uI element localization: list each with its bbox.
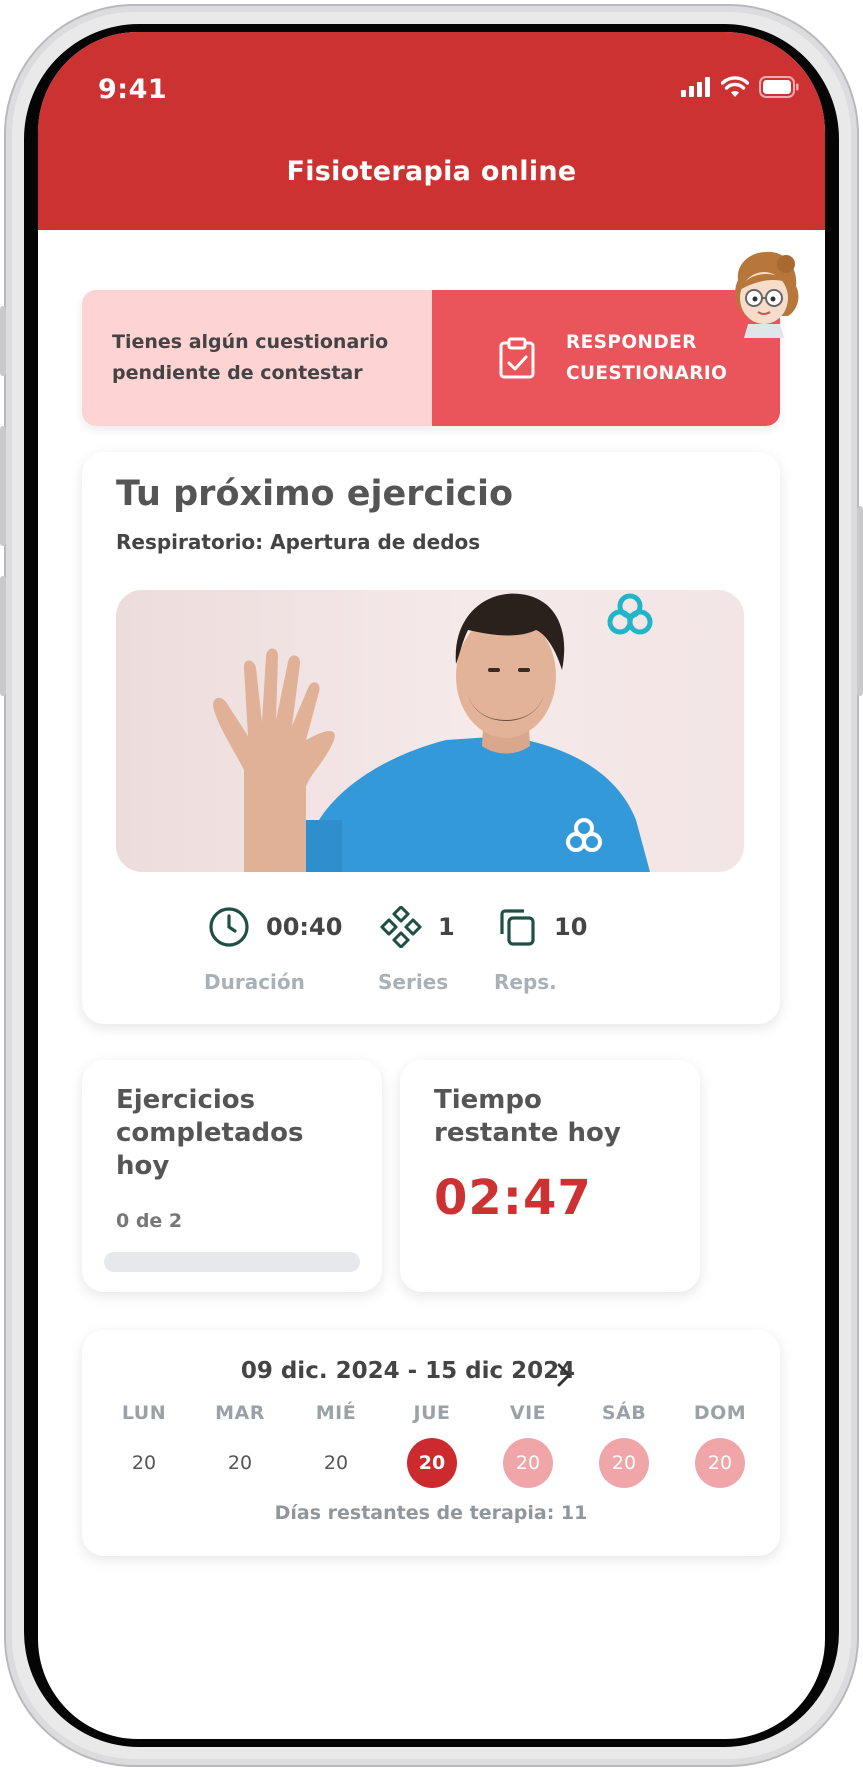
- calendar-day: JUE 20: [384, 1402, 480, 1488]
- day-name: SÁB: [601, 1402, 647, 1424]
- day-name: MAR: [215, 1402, 265, 1424]
- series-icon: [380, 906, 422, 948]
- day-name: VIE: [509, 1402, 547, 1424]
- duration-label: Duración: [204, 970, 305, 994]
- reps-stat: 10: [496, 906, 587, 948]
- calendar-days: LUN 20 MAR 20 MIÉ 20 JUE 20 VIE 20 SÁB 2…: [96, 1402, 768, 1488]
- exercise-video-frame: [213, 593, 653, 872]
- day-name: DOM: [693, 1402, 747, 1424]
- side-button: [0, 576, 6, 696]
- day-number[interactable]: 20: [215, 1438, 265, 1488]
- exercise-video[interactable]: [116, 590, 744, 872]
- clipboard-check-icon: [499, 337, 535, 379]
- signal-icon: [681, 77, 710, 97]
- completed-exercises-card: Ejercicios completados hoy 0 de 2: [82, 1060, 382, 1292]
- series-value: 1: [438, 913, 455, 941]
- battery-icon: [759, 76, 799, 98]
- series-stat: 1: [380, 906, 455, 948]
- calendar-day: LUN 20: [96, 1402, 192, 1488]
- week-calendar-card: 09 dic. 2024 - 15 dic 2024 LUN 20 MAR 20…: [82, 1330, 780, 1556]
- calendar-range: 09 dic. 2024 - 15 dic 2024: [240, 1358, 576, 1384]
- wifi-icon: [721, 76, 749, 97]
- day-number[interactable]: 20: [311, 1438, 361, 1488]
- reps-icon: [500, 909, 535, 946]
- remaining-time-value: 02:47: [434, 1170, 592, 1226]
- side-button: [857, 506, 863, 696]
- reps-label: Reps.: [494, 970, 557, 994]
- day-number[interactable]: 20: [695, 1438, 745, 1488]
- brand-logo-icon: [607, 593, 653, 635]
- side-button: [0, 306, 6, 376]
- series-label: Series: [378, 970, 449, 994]
- day-number[interactable]: 20: [599, 1438, 649, 1488]
- questionnaire-message-box: Tienes algún cuestionario pendiente de c…: [82, 290, 432, 426]
- chevron-right-icon[interactable]: [548, 1360, 578, 1390]
- day-number[interactable]: 20: [503, 1438, 553, 1488]
- day-name: LUN: [121, 1402, 167, 1424]
- calendar-day: SÁB 20: [576, 1402, 672, 1488]
- app-screen: 9:41 Fisioterapia online Tienes algún cu…: [38, 32, 825, 1739]
- remaining-time-card: Tiempo restante hoy 02:47: [400, 1060, 700, 1292]
- day-name: MIÉ: [315, 1402, 357, 1424]
- questionnaire-message: Tienes algún cuestionario pendiente de c…: [112, 331, 389, 384]
- day-number[interactable]: 20: [119, 1438, 169, 1488]
- completed-title: Ejercicios completados hoy: [116, 1085, 304, 1181]
- clock-icon: [209, 907, 249, 947]
- app-header: 9:41 Fisioterapia online: [38, 32, 825, 230]
- exercise-name: Respiratorio: Apertura de dedos: [116, 530, 481, 554]
- day-name: JUE: [413, 1402, 451, 1424]
- next-exercise-heading: Tu próximo ejercicio: [116, 474, 514, 514]
- remaining-title: Tiempo restante hoy: [434, 1085, 621, 1148]
- calendar-day: DOM 20: [672, 1402, 768, 1488]
- duration-stat: 00:40: [208, 906, 342, 948]
- duration-value: 00:40: [266, 913, 343, 941]
- status-time: 9:41: [98, 74, 168, 105]
- calendar-day: MAR 20: [192, 1402, 288, 1488]
- completed-progress-text: 0 de 2: [116, 1210, 183, 1232]
- reps-value: 10: [554, 913, 588, 941]
- day-number[interactable]: 20: [407, 1438, 457, 1488]
- assistant-avatar: [735, 251, 799, 338]
- next-exercise-card: Tu próximo ejercicio Respiratorio: Apert…: [82, 452, 780, 1024]
- side-button: [0, 426, 6, 546]
- therapy-days-remaining: Días restantes de terapia: 11: [274, 1502, 588, 1524]
- app-title: Fisioterapia online: [286, 156, 577, 187]
- calendar-day: MIÉ 20: [288, 1402, 384, 1488]
- status-icons: [681, 76, 799, 98]
- completed-progress-bar: [104, 1252, 360, 1272]
- calendar-day: VIE 20: [480, 1402, 576, 1488]
- questionnaire-banner: Tienes algún cuestionario pendiente de c…: [82, 290, 780, 426]
